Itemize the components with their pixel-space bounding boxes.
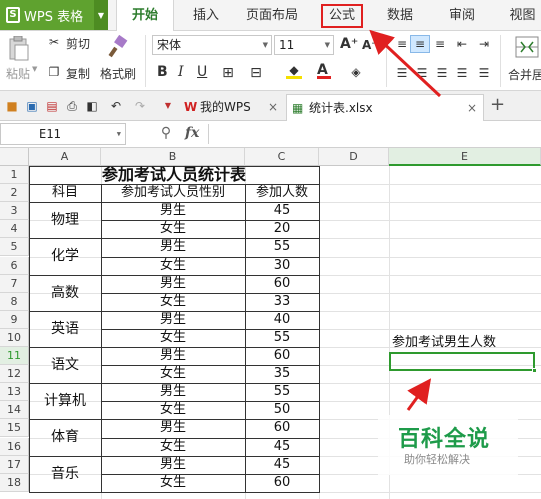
arrow-to-formula-tab xyxy=(369,29,442,98)
arrow-to-e11 xyxy=(406,378,432,411)
annotation-arrows xyxy=(369,29,442,411)
